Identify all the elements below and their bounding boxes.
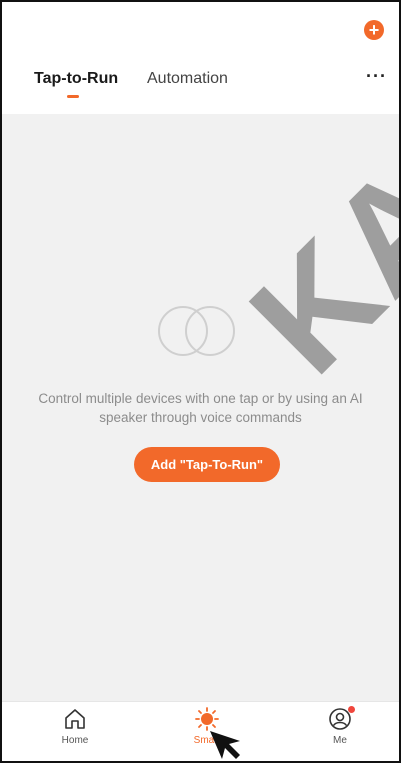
more-horizontal-icon: ··· — [366, 66, 387, 86]
plus-circle-icon: + — [368, 20, 380, 40]
two-rings-icon — [158, 306, 235, 356]
sun-icon — [195, 707, 219, 731]
notification-badge — [348, 706, 355, 713]
nav-label-me: Me — [333, 735, 347, 746]
nav-label-home: Home — [61, 735, 89, 746]
home-icon — [65, 709, 85, 729]
more-options-button[interactable]: ··· — [366, 66, 387, 87]
nav-item-home[interactable]: Home — [35, 702, 115, 752]
nav-item-me[interactable]: Me — [300, 702, 380, 752]
app-frame: + Tap-to-Run Automation ··· Control mult… — [0, 0, 401, 763]
add-scene-button[interactable]: + — [364, 20, 384, 40]
add-tap-to-run-button[interactable]: Add "Tap-To-Run" — [134, 447, 280, 482]
header: + Tap-to-Run Automation ··· — [2, 2, 399, 114]
active-tab-indicator — [67, 95, 79, 98]
tab-automation[interactable]: Automation — [147, 70, 228, 88]
tab-tap-to-run[interactable]: Tap-to-Run — [34, 70, 118, 88]
pointer-arrow-icon — [210, 731, 240, 759]
empty-state-message: Control multiple devices with one tap or… — [38, 391, 363, 425]
scene-list-area: Control multiple devices with one tap or… — [2, 26, 399, 701]
bottom-nav: Home Smart Me — [2, 701, 399, 752]
